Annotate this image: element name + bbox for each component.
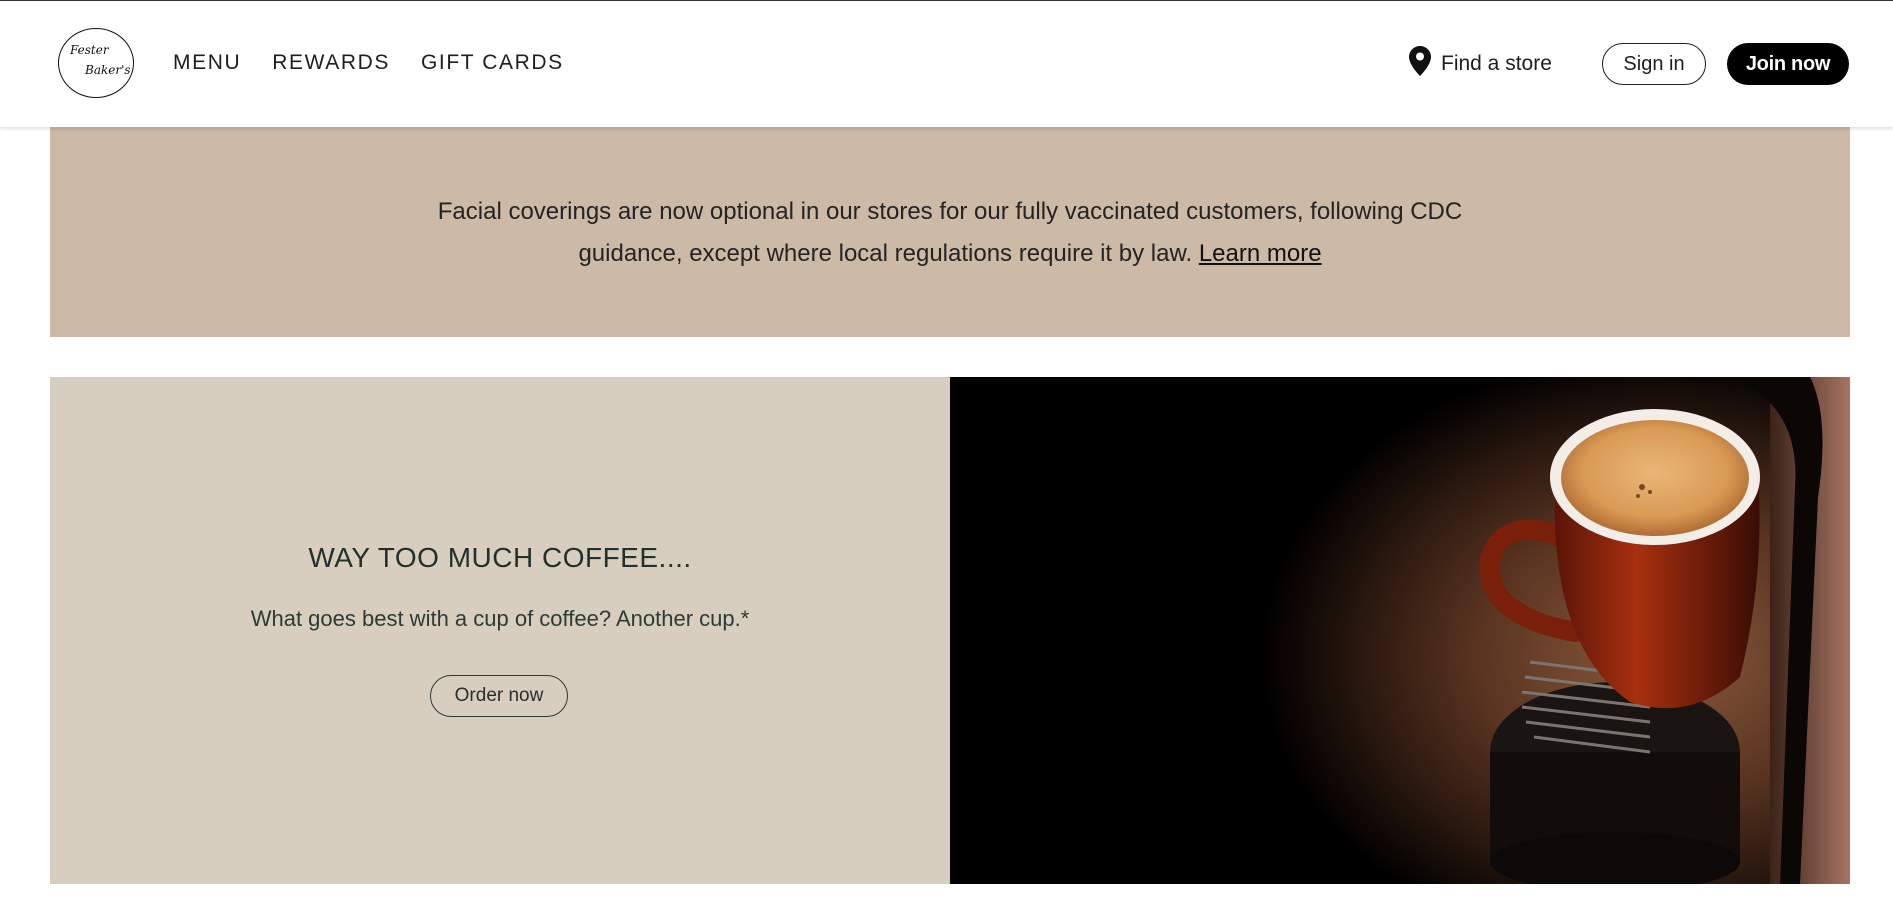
main-nav: MENU REWARDS GIFT CARDS [173, 51, 564, 75]
logo-line-1: Fester [70, 43, 109, 57]
logo-line-2: Baker's [85, 63, 131, 77]
covid-notice-banner: Facial coverings are now optional in our… [50, 127, 1850, 337]
order-now-button[interactable]: Order now [430, 675, 568, 717]
sign-in-button[interactable]: Sign in [1602, 43, 1706, 85]
learn-more-link[interactable]: Learn more [1199, 240, 1322, 267]
notice-line-2-wrap: guidance, except where local regulations… [50, 233, 1850, 275]
promo-title: WAY TOO MUCH COFFEE.... [308, 542, 692, 573]
notice-text: Facial coverings are now optional in our… [50, 191, 1850, 275]
find-store-link[interactable]: Find a store [1409, 46, 1552, 82]
coffee-cup-image [950, 377, 1850, 884]
promo-subtitle: What goes best with a cup of coffee? Ano… [250, 606, 750, 631]
notice-line-1: Facial coverings are now optional in our… [437, 198, 1463, 225]
brand-logo[interactable]: Fester Baker's [58, 28, 134, 98]
find-store-label: Find a store [1441, 52, 1552, 75]
nav-menu[interactable]: MENU [173, 51, 241, 75]
nav-rewards[interactable]: REWARDS [272, 51, 390, 75]
site-header: Fester Baker's MENU REWARDS GIFT CARDS F… [0, 1, 1893, 127]
join-now-button[interactable]: Join now [1727, 43, 1849, 85]
location-pin-icon [1409, 46, 1431, 82]
promo-card: WAY TOO MUCH COFFEE.... What goes best w… [50, 377, 950, 884]
nav-gift-cards[interactable]: GIFT CARDS [421, 51, 564, 75]
notice-line-2: guidance, except where local regulations… [578, 240, 1193, 267]
